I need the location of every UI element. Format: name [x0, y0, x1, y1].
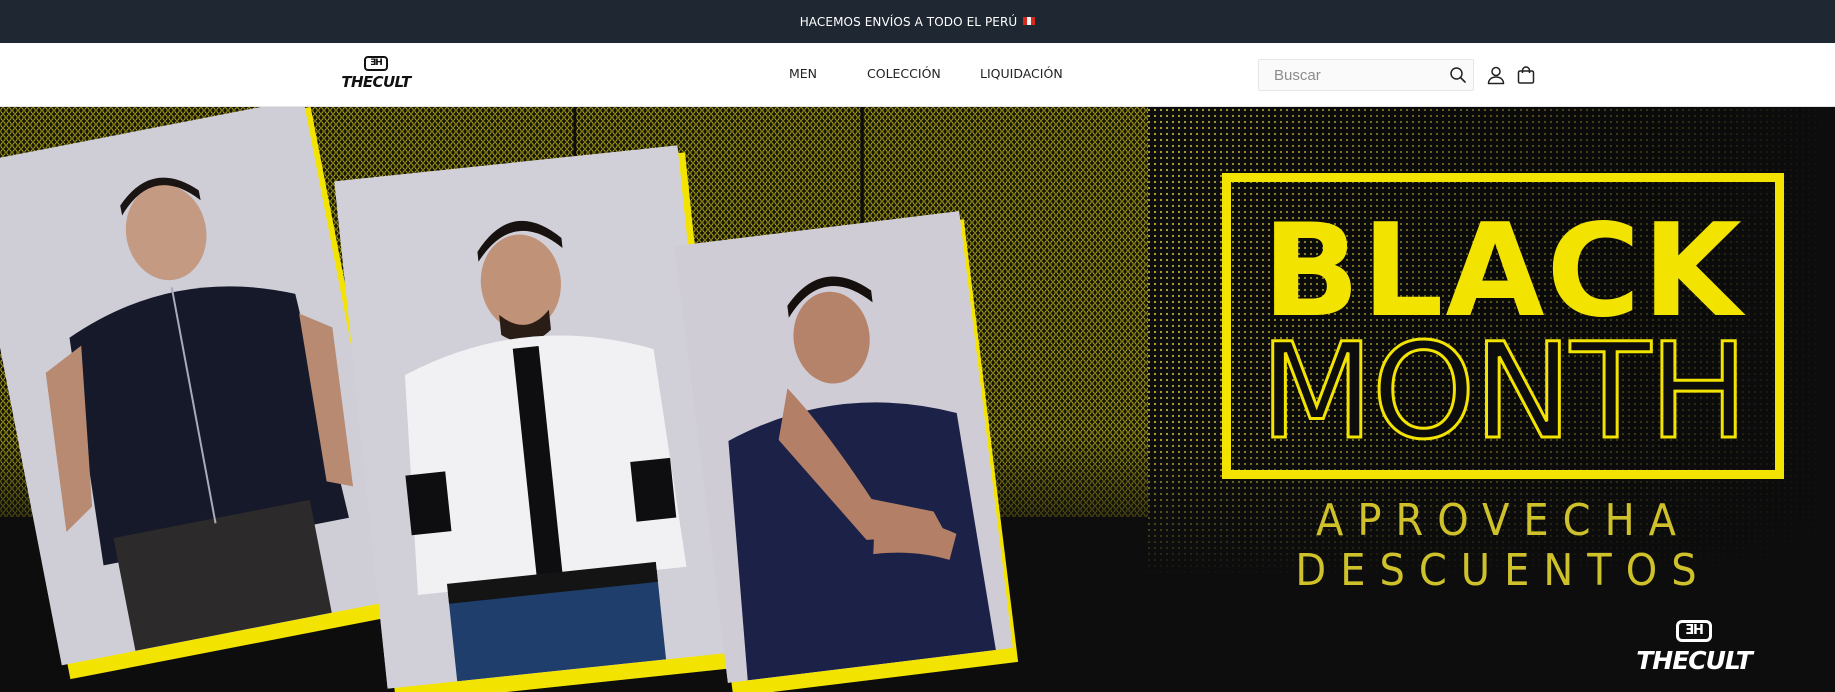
- model-photo-2: [334, 145, 731, 689]
- model-photo-3: [674, 211, 1013, 683]
- search-box: [1258, 59, 1474, 91]
- site-logo[interactable]: ƎH THECULT: [322, 55, 430, 95]
- logo-monogram: ƎH: [364, 56, 388, 71]
- peru-flag-icon: [1023, 15, 1036, 28]
- promo-subtitle: APROVECHA DESCUENTOS: [1295, 496, 1711, 596]
- site-header: ƎH THECULT MEN COLECCIÓN LIQUIDACIÓN: [0, 43, 1835, 107]
- search-input[interactable]: [1259, 60, 1439, 90]
- announcement-bar: HACEMOS ENVÍOS A TODO EL PERÚ: [0, 0, 1835, 43]
- nav-item-men[interactable]: MEN: [789, 66, 817, 81]
- logo-wordmark: THECULT: [341, 73, 411, 91]
- hero-banner[interactable]: BLACK MONTH APROVECHA DESCUENTOS ƎH THEC…: [0, 107, 1835, 692]
- nav-item-liquidacion[interactable]: LIQUIDACIÓN: [980, 66, 1063, 81]
- hero-logo-wordmark: THECULT: [1636, 646, 1753, 675]
- hero-logo: ƎH THECULT: [1604, 620, 1784, 680]
- announcement-text: HACEMOS ENVÍOS A TODO EL PERÚ: [799, 14, 1018, 29]
- shopping-bag-icon[interactable]: [1516, 65, 1536, 85]
- promo-frame: BLACK MONTH: [1222, 173, 1784, 479]
- hero-logo-monogram: ƎH: [1676, 620, 1712, 642]
- nav-item-coleccion[interactable]: COLECCIÓN: [867, 66, 941, 81]
- search-icon[interactable]: [1449, 66, 1467, 84]
- promo-title-month: MONTH: [1258, 315, 1749, 469]
- user-icon[interactable]: [1486, 65, 1506, 85]
